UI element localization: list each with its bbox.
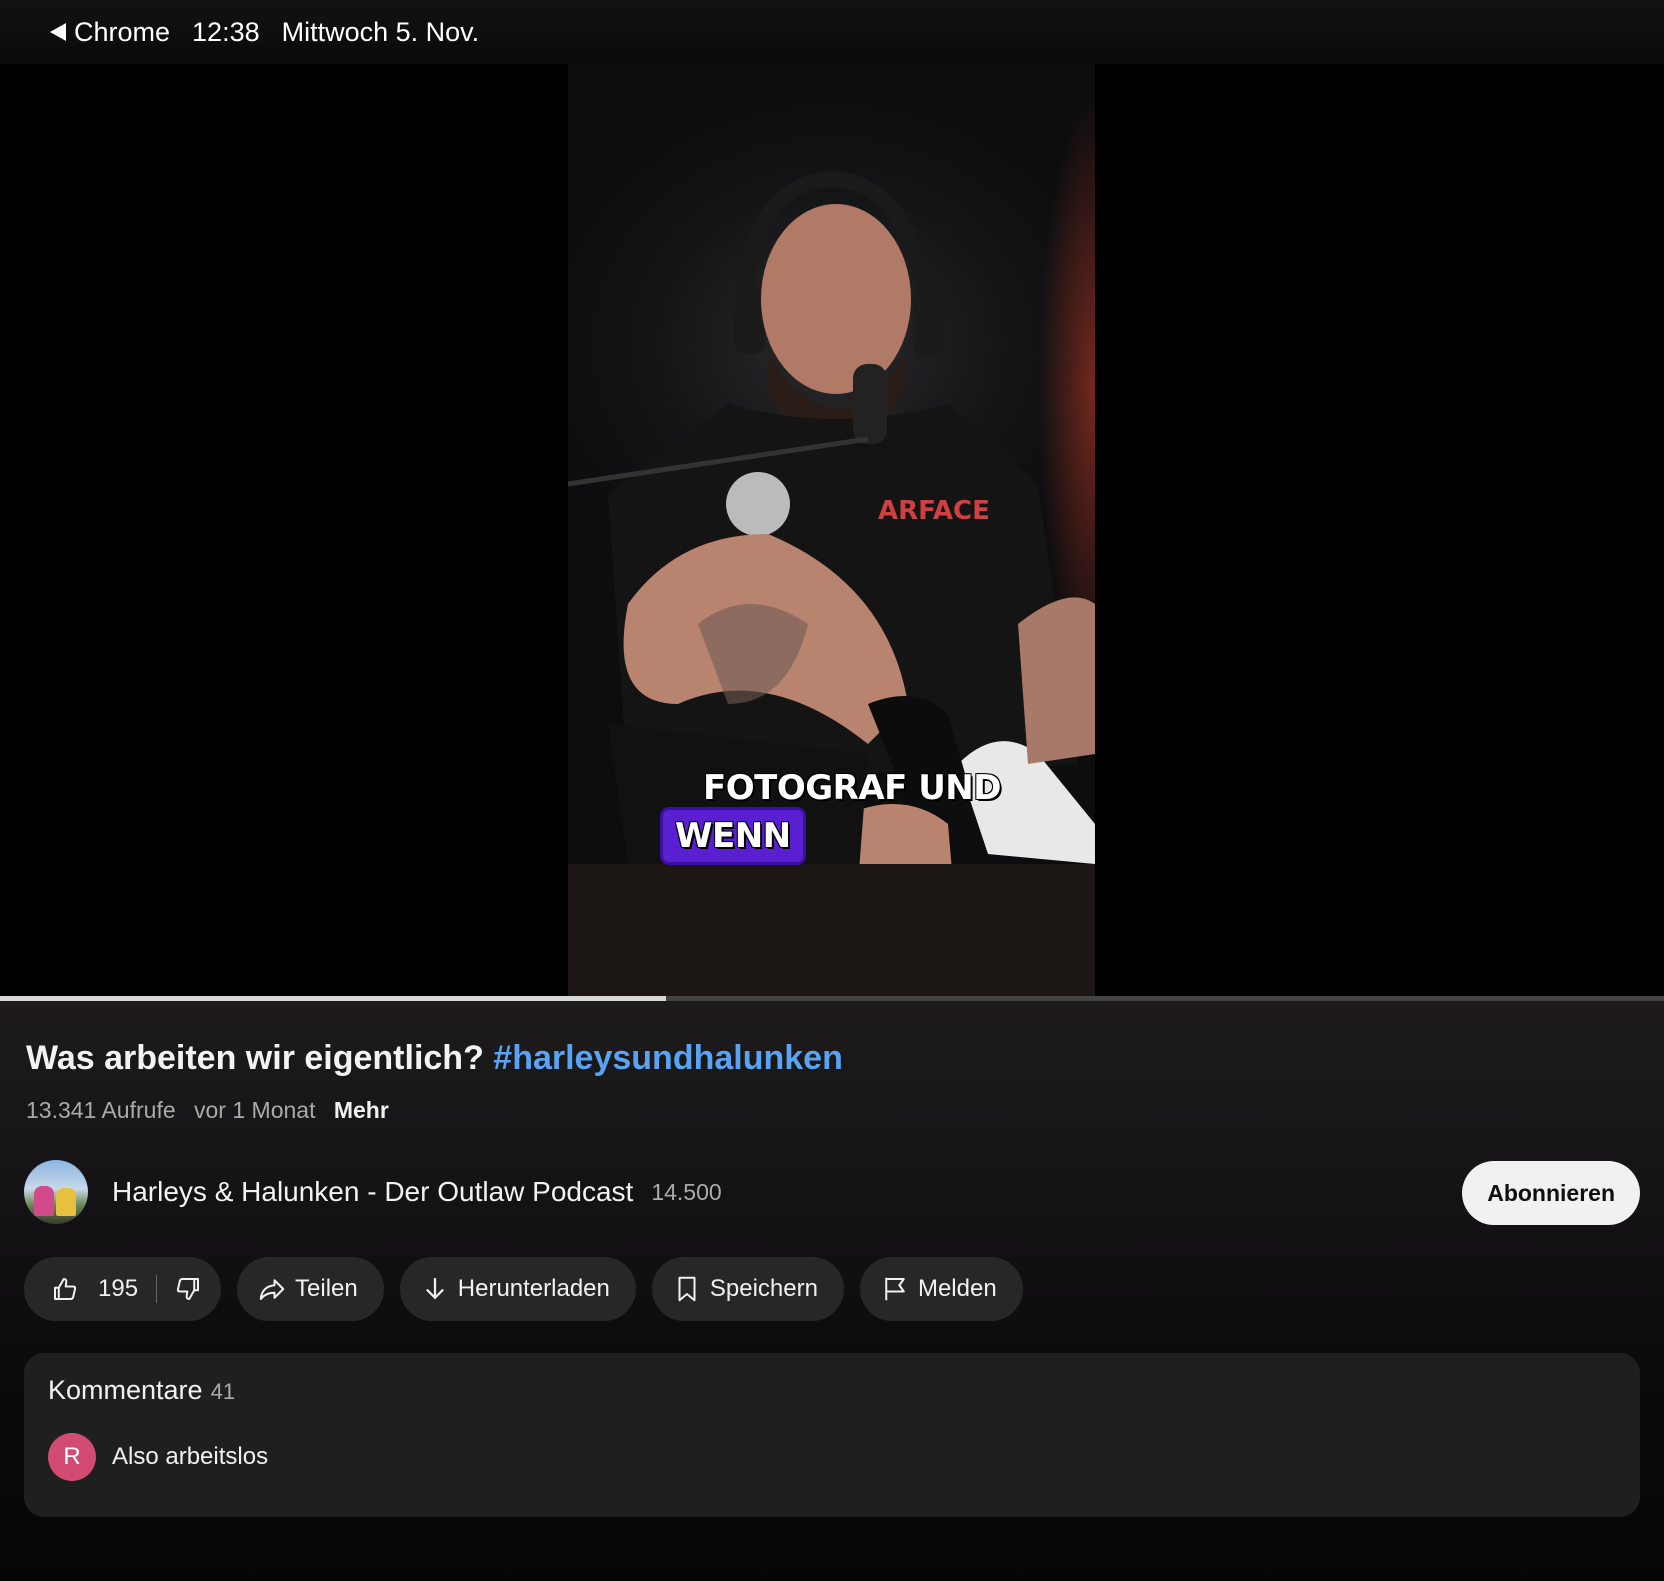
channel-avatar[interactable] xyxy=(24,1160,88,1224)
video-info-panel: Was arbeiten wir eigentlich? #harleysund… xyxy=(0,1001,1664,1581)
avatar-figure-2 xyxy=(56,1188,76,1216)
like-divider xyxy=(156,1275,158,1303)
bookmark-icon xyxy=(678,1276,696,1302)
report-button[interactable]: Melden xyxy=(859,1257,1023,1321)
comments-section[interactable]: Kommentare 41 R Also arbeitslos xyxy=(24,1353,1640,1517)
download-icon xyxy=(426,1277,444,1300)
action-bar: 195 Teilen Herunterladen Speichern Melde… xyxy=(24,1257,1023,1321)
thumbs-down-icon[interactable] xyxy=(173,1274,203,1304)
comments-count: 41 xyxy=(210,1379,236,1404)
status-time: 12:38 xyxy=(192,16,260,47)
hashtag-link[interactable]: #harleysundhalunken xyxy=(493,1039,843,1077)
flag-icon xyxy=(885,1277,905,1301)
video-title-text: Was arbeiten wir eigentlich? xyxy=(26,1039,484,1077)
download-label: Herunterladen xyxy=(457,1275,610,1302)
comments-heading: Kommentare 41 xyxy=(48,1375,235,1406)
avatar-figure-1 xyxy=(34,1186,54,1216)
more-button[interactable]: Mehr xyxy=(334,1097,389,1123)
share-button[interactable]: Teilen xyxy=(237,1257,384,1321)
back-arrow-icon xyxy=(50,23,66,41)
report-label: Melden xyxy=(917,1275,997,1302)
caption-line-1: FOTOGRAF UND xyxy=(703,768,1001,808)
commenter-avatar: R xyxy=(48,1433,96,1481)
save-label: Speichern xyxy=(709,1275,818,1302)
download-button[interactable]: Herunterladen xyxy=(399,1257,636,1321)
page: Chrome 12:38 Mittwoch 5. Nov. ARFACE FOT… xyxy=(0,0,1664,1581)
upload-age: vor 1 Monat xyxy=(194,1097,316,1123)
share-icon xyxy=(259,1279,285,1300)
caption-line-2-highlighted: WENN xyxy=(663,810,803,862)
status-date: Mittwoch 5. Nov. xyxy=(281,16,480,47)
comment-text: Also arbeitslos xyxy=(112,1443,269,1470)
video-title: Was arbeiten wir eigentlich? #harleysund… xyxy=(26,1039,843,1078)
svg-text:ARFACE: ARFACE xyxy=(878,496,990,526)
status-bar: Chrome 12:38 Mittwoch 5. Nov. xyxy=(0,0,1664,64)
channel-name[interactable]: Harleys & Halunken - Der Outlaw Podcast xyxy=(112,1176,633,1208)
video-scene: ARFACE xyxy=(568,170,1095,998)
subscriber-count: 14.500 xyxy=(651,1178,722,1205)
back-app-label: Chrome xyxy=(74,16,171,47)
subscribe-button[interactable]: Abonnieren xyxy=(1462,1161,1640,1225)
like-count[interactable]: 195 xyxy=(98,1275,138,1303)
share-label: Teilen xyxy=(295,1275,358,1302)
video-meta[interactable]: 13.341 Aufrufe vor 1 Monat Mehr xyxy=(26,1097,401,1124)
comment-preview[interactable]: R Also arbeitslos xyxy=(48,1433,268,1481)
channel-row[interactable]: Harleys & Halunken - Der Outlaw Podcast … xyxy=(24,1159,1640,1225)
like-dislike-pill: 195 xyxy=(24,1257,222,1321)
thumbs-up-icon[interactable] xyxy=(50,1274,80,1304)
video-frame[interactable]: ARFACE FOTOGRAF UND WENN xyxy=(568,64,1095,998)
view-count: 13.341 Aufrufe xyxy=(26,1097,176,1123)
video-player[interactable]: ARFACE FOTOGRAF UND WENN xyxy=(0,64,1664,998)
comments-title: Kommentare xyxy=(48,1375,203,1405)
back-to-app-button[interactable]: Chrome xyxy=(50,17,170,48)
save-button[interactable]: Speichern xyxy=(651,1257,844,1321)
